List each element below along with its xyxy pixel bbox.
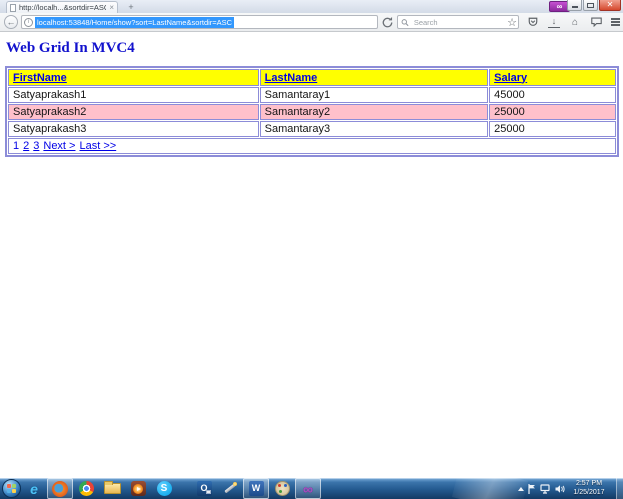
cell-salary: 45000 <box>489 87 616 103</box>
taskbar-item-media-player[interactable] <box>125 478 151 499</box>
internet-explorer-icon: e <box>30 480 38 497</box>
system-tray: 2:57 PM 1/25/2017 <box>518 478 623 499</box>
window-controls: ✕ <box>567 0 621 11</box>
search-input[interactable] <box>411 16 515 28</box>
chrome-icon <box>78 481 94 496</box>
media-player-icon <box>130 481 146 496</box>
pagination: 1 2 3 Next > Last >> <box>13 140 120 152</box>
taskbar-item-paint[interactable] <box>269 478 295 499</box>
browser-tab-active[interactable]: http://localh...&sortdir=ASC × <box>6 1 118 13</box>
search-bar[interactable] <box>397 15 519 29</box>
volume-icon[interactable] <box>555 484 565 494</box>
page-2-link[interactable]: 2 <box>23 140 29 152</box>
minimize-icon <box>571 6 578 8</box>
cell-lastname: Samantaray2 <box>259 104 489 120</box>
page-favicon-icon <box>10 3 16 12</box>
page-content: Web Grid In MVC4 FirstName LastName Sala… <box>0 32 623 478</box>
clock-time: 2:57 PM <box>575 480 603 487</box>
cell-firstname: Satyaprakash2 <box>8 104 259 120</box>
menu-icon[interactable] <box>611 18 620 26</box>
table-row: Satyaprakash3 Samantaray3 25000 <box>8 121 616 137</box>
taskbar-item-snipping-wand[interactable] <box>217 478 243 499</box>
start-button[interactable] <box>2 479 21 498</box>
show-desktop-button[interactable] <box>616 478 623 499</box>
taskbar-item-skype[interactable]: S <box>151 478 177 499</box>
firefox-icon <box>52 480 68 497</box>
table-row-highlighted: Satyaprakash2 Samantaray2 25000 <box>8 104 616 120</box>
wand-icon <box>223 481 238 496</box>
pocket-icon[interactable] <box>527 16 539 28</box>
back-button[interactable]: ← <box>4 15 18 29</box>
tab-title: http://localh...&sortdir=ASC <box>19 3 107 12</box>
cell-salary: 25000 <box>489 121 616 137</box>
close-button[interactable]: ✕ <box>599 0 621 11</box>
cell-firstname: Satyaprakash1 <box>8 87 259 103</box>
taskbar-item-file-explorer[interactable] <box>99 478 125 499</box>
browser-tab-strip: http://localh...&sortdir=ASC × + ∞ ✕ <box>0 0 623 13</box>
table-row: Satyaprakash1 Samantaray1 45000 <box>8 87 616 103</box>
cell-lastname: Samantaray3 <box>259 121 489 137</box>
new-tab-button[interactable]: + <box>123 2 139 12</box>
outlook-icon: O <box>196 481 212 496</box>
grid-header-row: FirstName LastName Salary <box>8 69 616 86</box>
site-info-icon[interactable]: i <box>24 17 33 27</box>
clock-date: 1/25/2017 <box>573 488 605 496</box>
url-bar[interactable]: i localhost:53848/Home/show?sort=LastNam… <box>21 15 378 29</box>
windows-taskbar: e S O W ∞ 2:57 PM 1/25/2017 <box>0 478 623 499</box>
search-icon <box>401 18 409 26</box>
desktop: http://localh...&sortdir=ASC × + ∞ ✕ ← i… <box>0 0 623 499</box>
sort-salary-link[interactable]: Salary <box>494 72 527 84</box>
next-page-link[interactable]: Next > <box>43 140 75 152</box>
header-lastname: LastName <box>259 69 489 86</box>
visual-studio-icon: ∞ <box>303 480 313 497</box>
cell-salary: 25000 <box>489 104 616 120</box>
taskbar-item-chrome[interactable] <box>73 478 99 499</box>
maximize-icon <box>587 2 594 8</box>
taskbar-item-outlook[interactable]: O <box>191 478 217 499</box>
page-3-link[interactable]: 3 <box>33 140 39 152</box>
cell-lastname: Samantaray1 <box>259 87 489 103</box>
taskbar-item-visual-studio[interactable]: ∞ <box>295 478 321 499</box>
grid-footer-row: 1 2 3 Next > Last >> <box>8 138 616 154</box>
show-hidden-icons-icon[interactable] <box>518 486 524 491</box>
sort-firstname-link[interactable]: FirstName <box>13 72 67 84</box>
sort-lastname-link[interactable]: LastName <box>265 72 318 84</box>
maximize-button[interactable] <box>583 0 598 11</box>
taskbar-item-internet-explorer[interactable]: e <box>21 478 47 499</box>
minimize-button[interactable] <box>567 0 582 11</box>
web-grid: FirstName LastName Salary Satyaprakash1 … <box>5 66 619 157</box>
page-title: Web Grid In MVC4 <box>6 40 135 56</box>
paint-icon <box>274 481 290 496</box>
toolbar-actions: ☆ ↓ ⌂ <box>506 15 622 29</box>
taskbar-item-firefox[interactable] <box>47 478 73 499</box>
action-center-flag-icon[interactable] <box>528 483 536 494</box>
tab-close-icon[interactable]: × <box>109 3 114 12</box>
home-icon[interactable]: ⌂ <box>569 16 581 28</box>
taskbar-item-word[interactable]: W <box>243 478 269 499</box>
header-firstname: FirstName <box>8 69 259 86</box>
skype-icon: S <box>156 481 172 496</box>
page-current: 1 <box>13 140 20 152</box>
taskbar-clock[interactable]: 2:57 PM 1/25/2017 <box>569 480 609 497</box>
cell-firstname: Satyaprakash3 <box>8 121 259 137</box>
url-text-selected[interactable]: localhost:53848/Home/show?sort=LastName&… <box>35 16 235 28</box>
word-icon: W <box>248 481 264 496</box>
downloads-icon[interactable]: ↓ <box>548 17 560 28</box>
network-icon[interactable] <box>540 483 551 494</box>
navigation-toolbar: ← i localhost:53848/Home/show?sort=LastN… <box>0 13 623 32</box>
folder-icon <box>103 481 121 494</box>
reload-button[interactable] <box>381 16 394 29</box>
hello-icon[interactable] <box>590 16 602 28</box>
bookmark-star-icon[interactable]: ☆ <box>506 16 518 29</box>
last-page-link[interactable]: Last >> <box>79 140 116 152</box>
header-salary: Salary <box>489 69 616 86</box>
